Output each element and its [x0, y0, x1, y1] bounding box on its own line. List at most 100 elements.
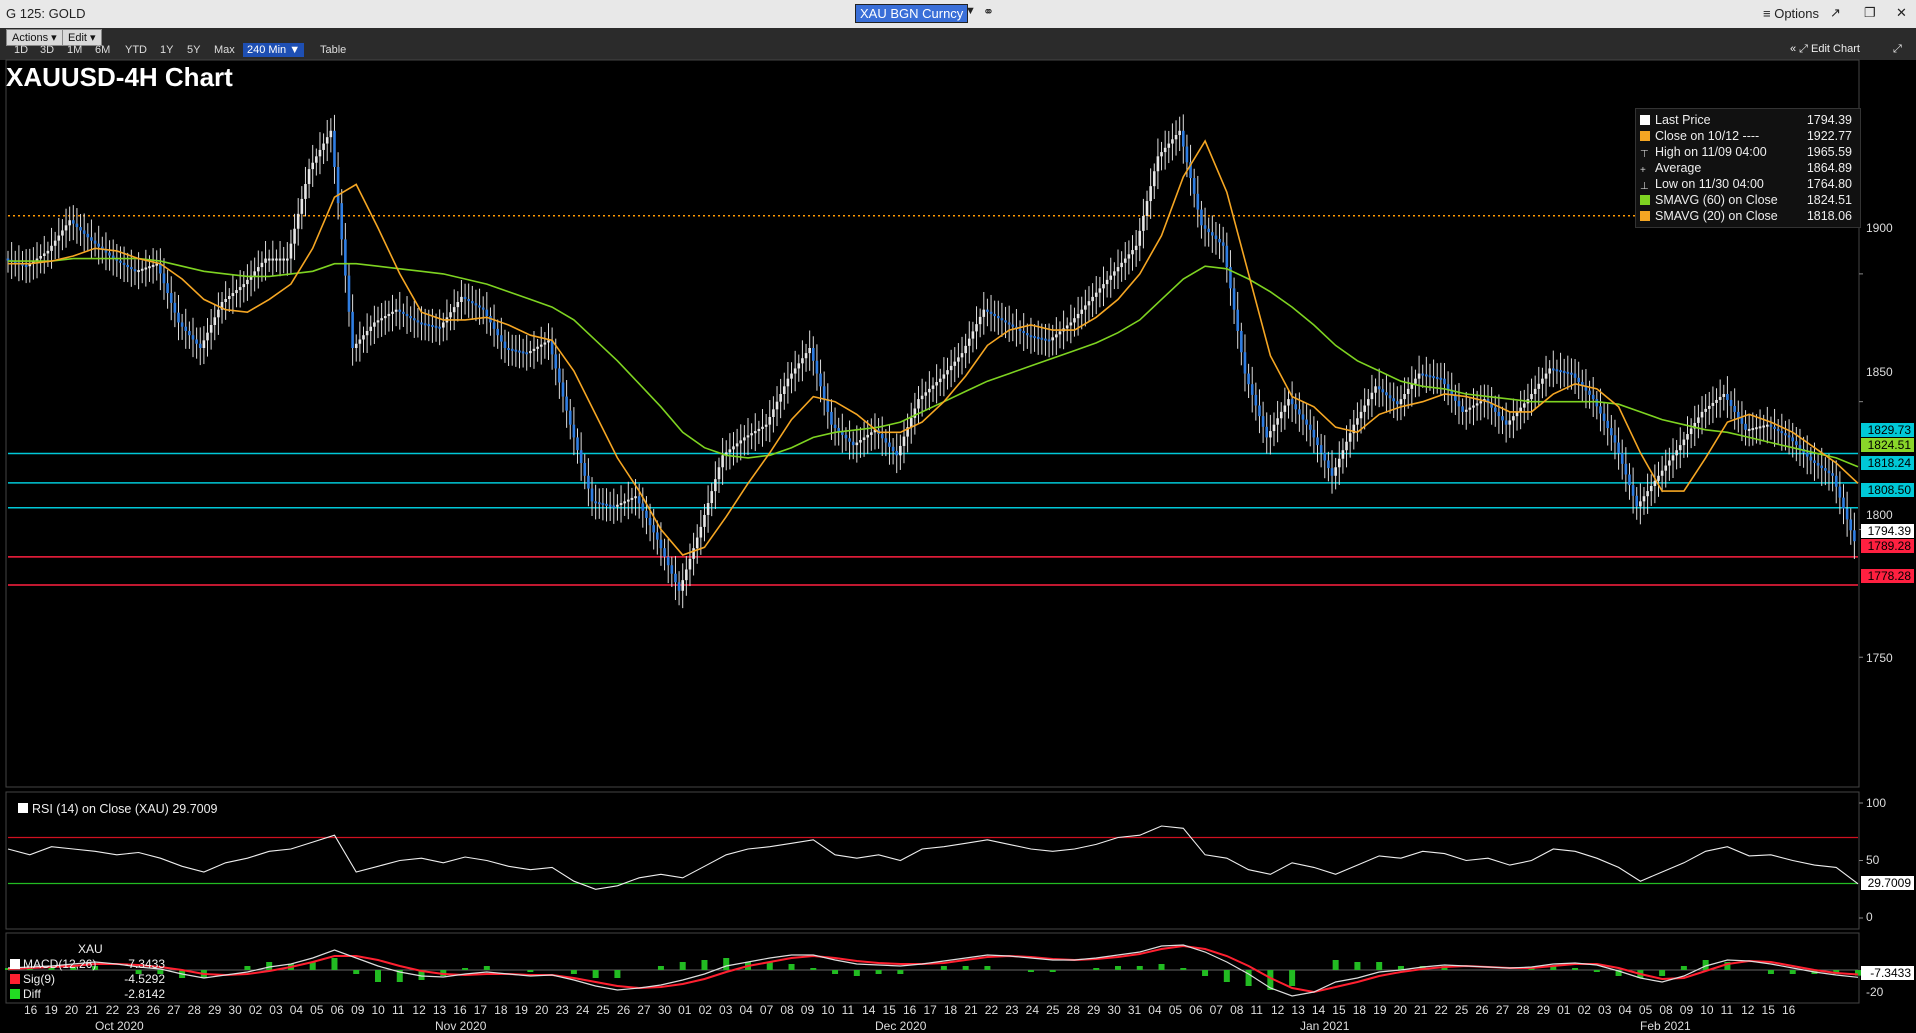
macd-diff-bar: [353, 970, 360, 974]
candle-down: [1606, 420, 1610, 429]
x-day-label: 27: [1495, 1003, 1510, 1017]
candle-down: [1196, 193, 1200, 210]
candle-down: [402, 311, 405, 314]
candle-down: [1261, 416, 1265, 427]
x-day-label: 03: [269, 1003, 283, 1017]
candle-down: [1787, 435, 1791, 438]
candle-down: [590, 488, 594, 502]
candle-up: [1475, 403, 1479, 406]
macd-diff-bar: [1158, 964, 1165, 970]
candle-up: [946, 370, 949, 375]
candle-down: [1301, 414, 1305, 420]
candle-down: [1007, 322, 1011, 325]
candle-up: [449, 312, 452, 318]
x-day-label: 01: [1557, 1003, 1571, 1017]
candle-down: [1573, 373, 1577, 378]
candle-up: [1537, 383, 1541, 389]
candle-up: [39, 256, 42, 259]
candle-down: [1588, 390, 1591, 395]
candle-up: [293, 228, 296, 244]
macd-swatch: [10, 959, 20, 969]
candle-down: [572, 424, 576, 438]
candle-up: [1279, 411, 1283, 419]
candle-down: [492, 322, 496, 329]
legend-row: SMAVG (60) on Close 1824.51: [1640, 192, 1856, 208]
candle-up: [307, 169, 311, 185]
candle-down: [1026, 333, 1029, 336]
candle-up: [714, 479, 717, 492]
x-day-label: 26: [1475, 1003, 1489, 1017]
x-day-label: 25: [596, 1003, 610, 1017]
candle-up: [1366, 399, 1370, 406]
candle-down: [1613, 435, 1617, 443]
legend-label: Average: [1655, 161, 1702, 175]
candle-down: [1624, 463, 1628, 475]
candle-up: [206, 332, 209, 341]
candle-up: [1341, 450, 1345, 459]
candle-down: [463, 296, 467, 300]
candle-down: [1631, 485, 1635, 496]
candle-up: [1134, 245, 1138, 251]
candle-down: [1221, 242, 1225, 246]
price-tag: 1794.39: [1861, 524, 1914, 538]
candle-down: [1853, 530, 1856, 542]
y-tick-label: 1900: [1866, 221, 1893, 235]
x-day-label: 26: [616, 1003, 631, 1017]
candle-up: [387, 313, 391, 317]
candle-up: [1370, 392, 1374, 400]
x-day-label: 08: [1659, 1003, 1673, 1017]
macd-diff-bar: [1767, 970, 1774, 974]
candle-up: [271, 258, 275, 261]
candle-up: [688, 558, 692, 570]
candle-down: [398, 309, 402, 312]
candle-up: [1711, 402, 1715, 406]
candle-up: [460, 296, 463, 302]
candle-up: [924, 392, 928, 396]
macd-legend: XAU MACD(12,26) -7.3433 Sig(9) -4.5292 Dif…: [10, 942, 165, 1002]
candle-up: [140, 268, 144, 271]
candle-down: [848, 438, 851, 442]
candle-down: [93, 240, 97, 244]
panel-borders: [5, 59, 1863, 1004]
candle-down: [75, 223, 79, 228]
legend-label: SMAVG (60) on Close: [1655, 193, 1778, 207]
candle-down: [427, 324, 431, 327]
x-day-label: 19: [514, 1003, 528, 1017]
candle-down: [1845, 508, 1849, 520]
candle-up: [732, 446, 735, 450]
candle-down: [119, 260, 122, 263]
candle-up: [619, 503, 623, 506]
candle-up: [739, 440, 743, 444]
x-day-label: 14: [1311, 1003, 1326, 1017]
x-day-label: 08: [1230, 1003, 1244, 1017]
candle-up: [710, 491, 714, 504]
candle-up: [1704, 408, 1707, 412]
candle-down: [1029, 335, 1033, 338]
x-day-label: 18: [943, 1003, 958, 1017]
candle-up: [949, 365, 953, 371]
macd-diff-bar: [1572, 968, 1579, 970]
candle-down: [1729, 399, 1733, 406]
candle-up: [383, 316, 387, 319]
candle-down: [90, 237, 93, 241]
candle-up: [1664, 465, 1668, 471]
candle-up: [68, 220, 71, 226]
candle-up: [1102, 284, 1105, 289]
candle-down: [126, 264, 130, 268]
macd-diff-bar: [331, 958, 338, 970]
candle-down: [333, 130, 336, 167]
macd-diff-bar: [962, 966, 969, 970]
candle-down: [895, 451, 899, 456]
candle-up: [144, 267, 148, 270]
candle-up: [253, 271, 256, 276]
candle-down: [1240, 330, 1243, 353]
candle-up: [866, 434, 870, 438]
candle-up: [978, 316, 982, 325]
candle-down: [1305, 419, 1308, 425]
candle-down: [1443, 378, 1446, 385]
macd-diff-bar: [788, 964, 795, 970]
candle-down: [344, 239, 347, 276]
candle-down: [405, 313, 409, 317]
x-day-label: 06: [1189, 1003, 1203, 1017]
candle-up: [870, 432, 873, 435]
